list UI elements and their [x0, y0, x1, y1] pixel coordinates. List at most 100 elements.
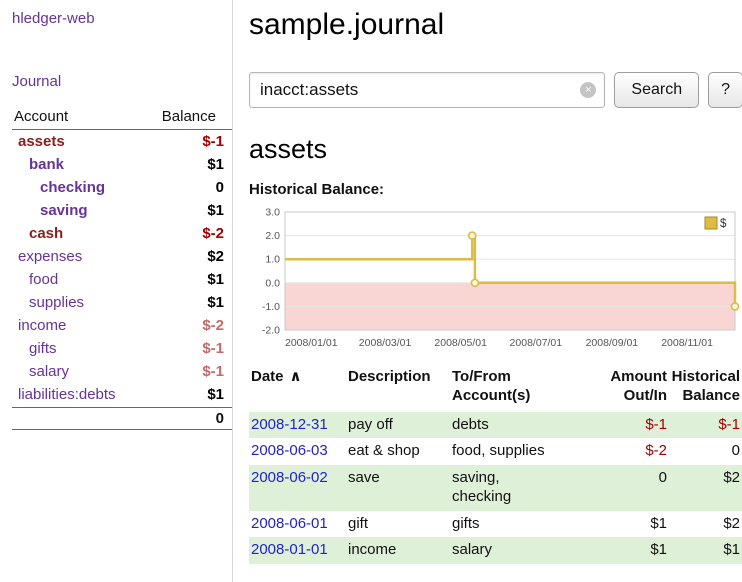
transaction-balance: $-1	[669, 412, 742, 439]
account-link[interactable]: income	[12, 317, 66, 334]
transaction-description: gift	[346, 511, 450, 538]
account-link[interactable]: liabilities:debts	[12, 386, 116, 403]
account-heading: assets	[249, 134, 742, 165]
account-balance: 0	[216, 179, 232, 196]
transaction-balance: 0	[669, 438, 742, 465]
account-row: liabilities:debts $1	[12, 383, 232, 406]
app-window: hledger-web Journal Account Balance asse…	[0, 0, 742, 582]
balance-column-label: Balance	[162, 108, 224, 125]
transaction-row: 2008-06-01 gift gifts $1 $2	[249, 511, 742, 538]
accounts-total-row: 0	[12, 407, 232, 430]
account-link[interactable]: assets	[12, 133, 65, 150]
page-title: sample.journal	[249, 8, 742, 42]
chart-title: Historical Balance:	[249, 181, 742, 198]
nav-journal-link[interactable]: Journal	[12, 73, 232, 90]
transaction-balance: $2	[669, 465, 742, 511]
transaction-date-link[interactable]: 2008-06-02	[251, 469, 328, 486]
account-link[interactable]: gifts	[12, 340, 57, 357]
account-row: expenses $2	[12, 245, 232, 268]
account-row: saving $1	[12, 199, 232, 222]
account-link[interactable]: expenses	[12, 248, 82, 265]
transaction-date-link[interactable]: 2008-06-01	[251, 515, 328, 532]
transaction-description: income	[346, 537, 450, 564]
transactions-table: Date ∧ Description To/From Account(s) Amo…	[249, 366, 742, 564]
account-balance: $1	[207, 386, 232, 403]
account-row: checking 0	[12, 176, 232, 199]
transaction-balance: $1	[669, 537, 742, 564]
sidebar: hledger-web Journal Account Balance asse…	[0, 0, 233, 582]
balance-column-header: Historical Balance	[669, 366, 742, 412]
account-row: salary $-1	[12, 360, 232, 383]
data-point-marker	[471, 279, 478, 286]
transaction-accounts: saving, checking	[450, 465, 585, 511]
transaction-amount: $1	[585, 537, 669, 564]
x-tick-label: 2008/09/01	[586, 337, 639, 349]
transaction-date-link[interactable]: 2008-12-31	[251, 416, 328, 433]
amount-column-header: Amount Out/In	[585, 366, 669, 412]
account-link[interactable]: bank	[12, 156, 64, 173]
account-balance: $2	[207, 248, 232, 265]
transaction-description: eat & shop	[346, 438, 450, 465]
transaction-row: 2008-01-01 income salary $1 $1	[249, 537, 742, 564]
description-column-header: Description	[346, 366, 450, 412]
y-tick-label: 1.0	[265, 254, 280, 266]
account-balance: $-1	[202, 363, 232, 380]
account-balance: $-1	[202, 133, 232, 150]
clear-search-icon[interactable]: ×	[580, 82, 596, 98]
account-link[interactable]: food	[12, 271, 58, 288]
transaction-row: 2008-12-31 pay off debts $-1 $-1	[249, 412, 742, 439]
transaction-date-link[interactable]: 2008-06-03	[251, 442, 328, 459]
transactions-table-body: 2008-12-31 pay off debts $-1 $-1 2008-06…	[249, 412, 742, 565]
brand-link[interactable]: hledger-web	[12, 10, 232, 27]
account-row: supplies $1	[12, 291, 232, 314]
y-tick-label: 3.0	[265, 207, 280, 219]
account-balance: $-1	[202, 340, 232, 357]
x-tick-label: 2008/05/01	[434, 337, 487, 349]
main-content: sample.journal × Search ? assets Histori…	[233, 0, 742, 582]
y-tick-label: 2.0	[265, 230, 280, 242]
transaction-amount: $1	[585, 511, 669, 538]
data-point-marker	[732, 303, 739, 310]
search-input[interactable]	[249, 72, 605, 108]
account-link[interactable]: checking	[12, 179, 105, 196]
transaction-description: pay off	[346, 412, 450, 439]
account-balance: $-2	[202, 225, 232, 242]
x-tick-label: 2008/01/01	[285, 337, 338, 349]
transaction-amount: 0	[585, 465, 669, 511]
transaction-accounts: food, supplies	[450, 438, 585, 465]
transaction-accounts: gifts	[450, 511, 585, 538]
tofrom-column-header: To/From Account(s)	[450, 366, 585, 412]
account-balance: $1	[207, 271, 232, 288]
account-balance: $-2	[202, 317, 232, 334]
transaction-accounts: debts	[450, 412, 585, 439]
account-row: gifts $-1	[12, 337, 232, 360]
account-balance: $1	[207, 156, 232, 173]
search-bar: × Search ?	[249, 72, 742, 108]
account-link[interactable]: supplies	[12, 294, 84, 311]
account-link[interactable]: cash	[12, 225, 63, 242]
search-box: ×	[249, 72, 605, 108]
transaction-balance: $2	[669, 511, 742, 538]
y-tick-label: -2.0	[262, 325, 280, 337]
date-header-label: Date	[251, 368, 284, 385]
account-balance: $1	[207, 202, 232, 219]
transaction-date-link[interactable]: 2008-01-01	[251, 541, 328, 558]
transaction-amount: $-1	[585, 412, 669, 439]
y-tick-label: -1.0	[262, 301, 280, 313]
search-button[interactable]: Search	[614, 72, 699, 108]
transactions-table-header: Date ∧ Description To/From Account(s) Amo…	[249, 366, 742, 412]
x-tick-label: 2008/11/01	[661, 337, 713, 349]
x-tick-label: 2008/03/01	[359, 337, 412, 349]
account-link[interactable]: saving	[12, 202, 88, 219]
account-row: assets $-1	[12, 130, 232, 153]
help-button[interactable]: ?	[708, 72, 742, 108]
account-link[interactable]: salary	[12, 363, 69, 380]
historical-balance-chart: 3.0 2.0 1.0 0.0 -1.0 -2.0 2008/01/01 2008/03/01…	[249, 204, 742, 356]
accounts-list: assets $-1 bank $1 checking 0 saving $1 …	[12, 130, 232, 406]
transaction-row: 2008-06-03 eat & shop food, supplies $-2…	[249, 438, 742, 465]
transaction-accounts: salary	[450, 537, 585, 564]
account-row: cash $-2	[12, 222, 232, 245]
sort-ascending-icon[interactable]: ∧	[290, 368, 302, 385]
date-column-header[interactable]: Date ∧	[249, 366, 346, 412]
y-tick-label: 0.0	[265, 277, 280, 289]
